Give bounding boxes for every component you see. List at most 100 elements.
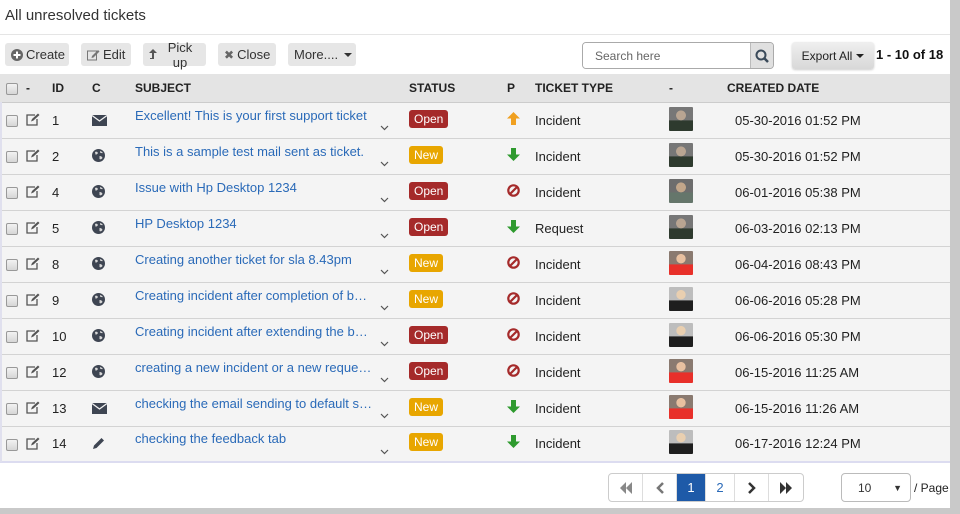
- ticket-subject-link[interactable]: Excellent! This is your first support ti…: [135, 108, 373, 123]
- ticket-subject-link[interactable]: checking the email sending to default su…: [135, 396, 373, 411]
- ticket-id: 5: [52, 220, 60, 236]
- assignee-avatar[interactable]: [669, 430, 693, 455]
- search-button[interactable]: [750, 43, 773, 68]
- assignee-avatar[interactable]: [669, 322, 693, 347]
- edit-button[interactable]: Edit: [81, 43, 131, 66]
- header-created-date[interactable]: CREATED DATE: [727, 74, 950, 103]
- edit-row-icon[interactable]: [26, 257, 40, 273]
- last-page-button[interactable]: [769, 474, 803, 501]
- row-checkbox[interactable]: [6, 151, 18, 164]
- row-checkbox[interactable]: [6, 367, 18, 380]
- table-row[interactable]: 2 This is a sample test mail sent as tic…: [0, 138, 950, 174]
- none-ban-icon: [507, 327, 520, 344]
- expand-chevron-icon[interactable]: [380, 123, 389, 134]
- ticket-id: 9: [52, 292, 60, 308]
- more-dropdown-button[interactable]: More....: [288, 43, 356, 66]
- ticket-subject-link[interactable]: Creating another ticket for sla 8.43pm: [135, 252, 373, 267]
- header-channel[interactable]: C: [80, 74, 135, 103]
- assignee-avatar[interactable]: [669, 106, 693, 131]
- assignee-avatar[interactable]: [669, 250, 693, 275]
- header-dash: -: [26, 74, 52, 103]
- expand-chevron-icon[interactable]: [380, 339, 389, 350]
- next-page-button[interactable]: [735, 474, 769, 501]
- header-subject[interactable]: SUBJECT: [135, 74, 395, 103]
- ticket-type: Incident: [535, 112, 581, 128]
- row-checkbox[interactable]: [6, 295, 18, 308]
- ticket-subject-link[interactable]: Issue with Hp Desktop 1234: [135, 180, 373, 195]
- expand-chevron-icon[interactable]: [380, 375, 389, 386]
- ticket-subject-link[interactable]: Creating incident after extending the bu…: [135, 324, 373, 339]
- expand-chevron-icon[interactable]: [380, 231, 389, 242]
- assignee-avatar[interactable]: [669, 214, 693, 239]
- row-checkbox[interactable]: [6, 403, 18, 416]
- pickup-arrow-icon: [149, 48, 157, 61]
- first-page-button[interactable]: [609, 474, 643, 501]
- table-row[interactable]: 8 Creating another ticket for sla 8.43pm…: [0, 246, 950, 282]
- expand-chevron-icon[interactable]: [380, 411, 389, 422]
- ticket-subject-link[interactable]: checking the feedback tab: [135, 431, 373, 446]
- expand-chevron-icon[interactable]: [380, 267, 389, 278]
- ticket-subject-link[interactable]: This is a sample test mail sent as ticke…: [135, 144, 373, 159]
- assignee-avatar[interactable]: [669, 394, 693, 419]
- edit-row-icon[interactable]: [26, 293, 40, 309]
- dropdown-triangle-icon: ▼: [893, 482, 902, 493]
- table-row[interactable]: 5 HP Desktop 1234 Open Request 06-03-201…: [0, 210, 950, 246]
- table-row[interactable]: 9 Creating incident after completion of …: [0, 282, 950, 318]
- pagination: 1 2: [608, 473, 804, 502]
- expand-chevron-icon[interactable]: [380, 303, 389, 314]
- search-input[interactable]: [583, 43, 750, 68]
- header-id[interactable]: ID: [52, 74, 80, 103]
- edit-row-icon[interactable]: [26, 401, 40, 417]
- header-ticket-type[interactable]: TICKET TYPE: [535, 74, 669, 103]
- row-checkbox[interactable]: [6, 438, 18, 451]
- table-row[interactable]: 1 Excellent! This is your first support …: [0, 102, 950, 138]
- edit-row-icon[interactable]: [26, 329, 40, 345]
- table-row[interactable]: 14 checking the feedback tab New Inciden…: [0, 426, 950, 462]
- table-row[interactable]: 12 creating a new incident or a new requ…: [0, 354, 950, 390]
- edit-row-icon[interactable]: [26, 365, 40, 381]
- ticket-subject-link[interactable]: HP Desktop 1234: [135, 216, 373, 231]
- edit-row-icon[interactable]: [26, 221, 40, 237]
- toolbar: Create Edit Pick up ✖ Close More.... Sea…: [0, 40, 950, 72]
- expand-chevron-icon[interactable]: [380, 159, 389, 170]
- row-checkbox[interactable]: [6, 115, 18, 128]
- ticket-id: 4: [52, 184, 60, 200]
- close-ticket-button[interactable]: ✖ Close: [218, 43, 276, 66]
- assignee-avatar[interactable]: [669, 178, 693, 203]
- page-2-button[interactable]: 2: [706, 474, 735, 501]
- per-page-select[interactable]: 10 ▼: [841, 473, 911, 502]
- pickup-button[interactable]: Pick up: [143, 40, 206, 70]
- edit-row-icon[interactable]: [26, 149, 40, 165]
- create-button[interactable]: Create: [5, 43, 69, 66]
- edit-row-icon[interactable]: [26, 113, 40, 129]
- table-row[interactable]: 10 Creating incident after extending the…: [0, 318, 950, 354]
- created-date: 06-01-2016 05:38 PM: [735, 184, 861, 200]
- assignee-avatar[interactable]: [669, 142, 693, 167]
- header-status[interactable]: STATUS: [395, 74, 493, 103]
- row-checkbox[interactable]: [6, 259, 18, 272]
- status-badge: Open: [409, 325, 449, 344]
- ticket-subject-link[interactable]: Creating incident after completion of bu…: [135, 288, 373, 303]
- globe-icon: [92, 257, 105, 273]
- prev-page-button[interactable]: [643, 474, 677, 501]
- table-left-border: [0, 102, 2, 462]
- assignee-avatar[interactable]: [669, 358, 693, 383]
- page-1-button[interactable]: 1: [677, 474, 706, 501]
- ticket-subject-link[interactable]: creating a new incident or a new request…: [135, 360, 373, 375]
- edit-row-icon[interactable]: [26, 185, 40, 201]
- row-checkbox[interactable]: [6, 187, 18, 200]
- table-row[interactable]: 4 Issue with Hp Desktop 1234 Open Incide…: [0, 174, 950, 210]
- ticket-type: Incident: [535, 400, 581, 416]
- table-row[interactable]: 13 checking the email sending to default…: [0, 390, 950, 426]
- expand-chevron-icon[interactable]: [380, 195, 389, 206]
- row-checkbox[interactable]: [6, 331, 18, 344]
- header-priority[interactable]: P: [493, 74, 535, 103]
- none-ban-icon: [507, 255, 520, 272]
- edit-row-icon[interactable]: [26, 437, 40, 453]
- row-checkbox[interactable]: [6, 223, 18, 236]
- export-all-button[interactable]: Export All: [792, 42, 874, 69]
- assignee-avatar[interactable]: [669, 286, 693, 311]
- expand-chevron-icon[interactable]: [380, 447, 389, 458]
- pickup-label: Pick up: [167, 39, 193, 70]
- select-all-checkbox[interactable]: [6, 82, 18, 95]
